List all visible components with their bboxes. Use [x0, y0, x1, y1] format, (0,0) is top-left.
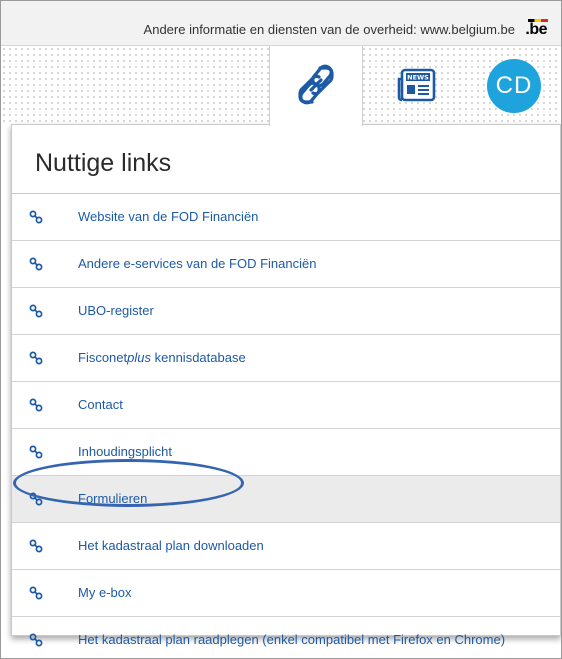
link-item[interactable]: Inhoudingsplicht	[12, 429, 560, 476]
link-label-emphasis: plus	[127, 350, 151, 365]
government-bar: Andere informatie en diensten van de ove…	[1, 1, 561, 46]
link-item[interactable]: Website van de FOD Financiën	[12, 194, 560, 241]
news-badge-text: NEWS	[407, 74, 429, 82]
useful-links-panel: Nuttige links Website van de FOD Financi…	[11, 124, 561, 647]
link-item[interactable]: Contact	[12, 382, 560, 429]
link-item-label[interactable]: Het kadastraal plan downloaden	[78, 538, 264, 553]
government-info-link[interactable]: Andere informatie en diensten van de ove…	[144, 22, 515, 37]
link-item[interactable]: Fisconetplus kennisdatabase	[12, 335, 560, 382]
useful-links-button[interactable]	[269, 46, 363, 126]
link-icon	[29, 304, 43, 318]
chain-link-icon	[298, 64, 334, 105]
newspaper-icon: NEWS	[397, 68, 436, 102]
link-item-label[interactable]: Inhoudingsplicht	[78, 444, 172, 459]
link-icon	[29, 210, 43, 224]
panel-title: Nuttige links	[35, 149, 172, 177]
link-label-part: Fisconet	[78, 350, 128, 365]
belgium-be-logo[interactable]: .be	[525, 19, 549, 39]
link-icon	[29, 445, 43, 459]
link-icon	[29, 398, 43, 412]
link-icon	[29, 492, 43, 506]
link-icon	[29, 633, 43, 647]
link-item-label[interactable]: Contact	[78, 397, 123, 412]
link-item[interactable]: Formulieren	[12, 476, 560, 523]
belgium-be-logo-text: .be	[525, 21, 547, 38]
link-label-part: kennisdatabase	[151, 350, 246, 365]
link-item-label[interactable]: Het kadastraal plan raadplegen (enkel co…	[78, 632, 505, 647]
link-icon	[29, 586, 43, 600]
app-frame: Andere informatie en diensten van de ove…	[0, 0, 562, 659]
link-item-label[interactable]: Formulieren	[78, 491, 147, 506]
link-item[interactable]: Andere e-services van de FOD Financiën	[12, 241, 560, 288]
useful-links-list: Website van de FOD Financiën Andere e-se…	[12, 194, 560, 658]
link-icon	[29, 539, 43, 553]
link-item[interactable]: My e-box	[12, 570, 560, 617]
link-item[interactable]: Het kadastraal plan downloaden	[12, 523, 560, 570]
link-item-label[interactable]: My e-box	[78, 585, 131, 600]
link-icon	[29, 351, 43, 365]
user-avatar[interactable]: CD	[487, 59, 541, 113]
link-item[interactable]: UBO-register	[12, 288, 560, 335]
link-icon	[29, 257, 43, 271]
belgian-flag-stripe	[528, 19, 549, 22]
link-item-label[interactable]: UBO-register	[78, 303, 154, 318]
link-item-label[interactable]: Website van de FOD Financiën	[78, 209, 258, 224]
link-item-label[interactable]: Fisconetplus kennisdatabase	[78, 350, 246, 365]
link-item[interactable]: Het kadastraal plan raadplegen (enkel co…	[12, 617, 560, 658]
news-button[interactable]: NEWS	[396, 67, 438, 103]
link-item-label[interactable]: Andere e-services van de FOD Financiën	[78, 256, 316, 271]
